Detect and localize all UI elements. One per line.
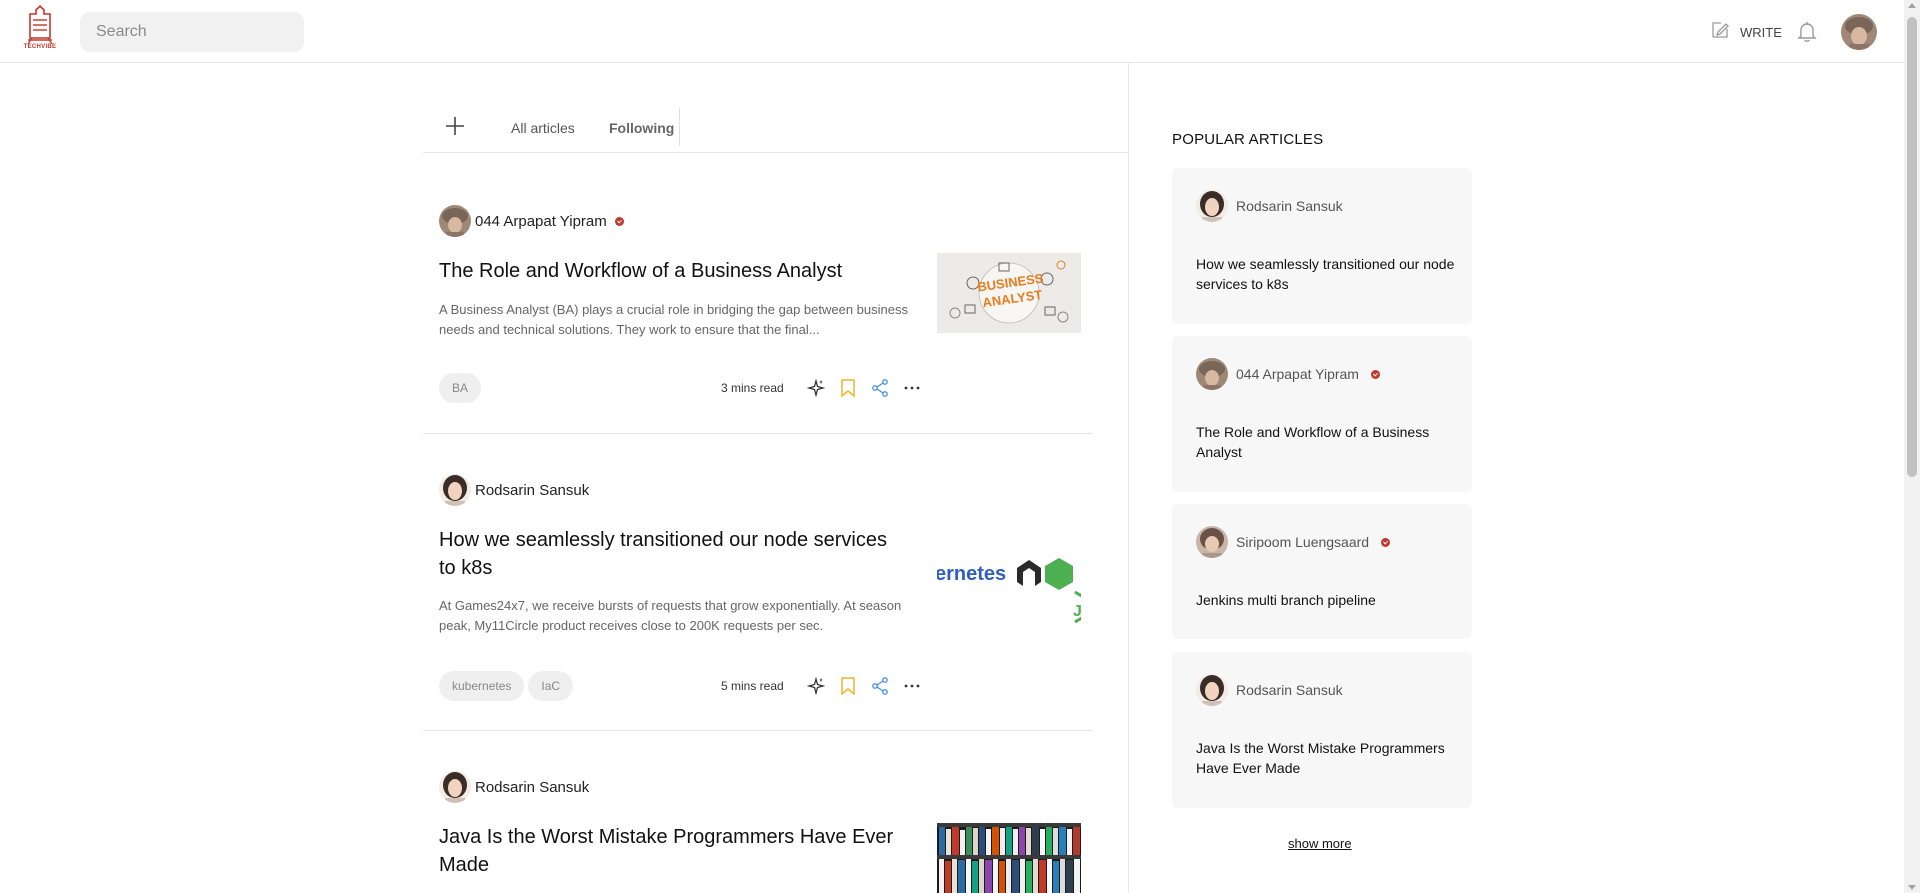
- user-avatar[interactable]: [1841, 14, 1877, 50]
- popular-author: Rodsarin Sansuk: [1196, 190, 1343, 222]
- share-icon[interactable]: [870, 676, 890, 696]
- article-thumbnail[interactable]: [937, 823, 1081, 893]
- read-time: 3 mins read: [721, 381, 784, 395]
- bell-icon[interactable]: [1795, 19, 1819, 43]
- share-icon[interactable]: [870, 378, 890, 398]
- avatar: [1196, 190, 1228, 222]
- svg-text:ernetes: ernetes: [937, 563, 1006, 585]
- article-description[interactable]: At Games24x7, we receive bursts of reque…: [439, 596, 909, 636]
- article-title[interactable]: Java Is the Worst Mistake Programmers Ha…: [439, 823, 909, 879]
- bookmark-icon[interactable]: [838, 676, 858, 696]
- write-button[interactable]: WRITE: [1710, 20, 1782, 44]
- avatar: [439, 205, 471, 237]
- show-more-link[interactable]: show more: [1288, 836, 1352, 851]
- verified-badge-icon: [614, 216, 624, 226]
- article-author[interactable]: Rodsarin Sansuk: [439, 771, 589, 803]
- article-author[interactable]: 044 Arpapat Yipram: [439, 205, 624, 237]
- feed-tabs: All articles Following: [423, 108, 1129, 153]
- popular-article-card[interactable]: Rodsarin Sansuk Java Is the Worst Mistak…: [1172, 652, 1472, 808]
- author-name: Rodsarin Sansuk: [1236, 198, 1343, 214]
- popular-article-card[interactable]: Siripoom Luengsaard Jenkins multi branch…: [1172, 504, 1472, 639]
- more-icon[interactable]: [902, 676, 922, 696]
- tag-chip[interactable]: IaC: [528, 671, 574, 701]
- search-input[interactable]: [80, 12, 304, 52]
- bookmark-icon[interactable]: [838, 378, 858, 398]
- column-divider: [1128, 63, 1129, 893]
- popular-articles-heading: POPULAR ARTICLES: [1172, 131, 1324, 148]
- read-time: 5 mins read: [721, 679, 784, 693]
- verified-badge-icon: [1370, 369, 1380, 379]
- article-meta: 5 mins read: [721, 676, 922, 696]
- scroll-up-arrow-icon[interactable]: [1908, 3, 1916, 8]
- popular-author: Siripoom Luengsaard: [1196, 526, 1391, 558]
- tag-chip[interactable]: BA: [439, 373, 482, 403]
- tab-following[interactable]: Following: [609, 120, 674, 136]
- popular-author: 044 Arpapat Yipram: [1196, 358, 1380, 390]
- logo-text: TECHVIBE: [23, 44, 57, 50]
- page-scrollbar[interactable]: [1904, 0, 1920, 893]
- tab-separator: [679, 108, 680, 146]
- article-tags: BA: [439, 373, 482, 403]
- avatar: [439, 771, 471, 803]
- popular-article-title: The Role and Workflow of a Business Anal…: [1196, 424, 1430, 460]
- popular-article-card[interactable]: 044 Arpapat Yipram The Role and Workflow…: [1172, 336, 1472, 492]
- avatar: [1196, 526, 1228, 558]
- author-name: Rodsarin Sansuk: [1236, 682, 1343, 698]
- popular-author: Rodsarin Sansuk: [1196, 674, 1343, 706]
- scroll-thumb[interactable]: [1907, 17, 1917, 477]
- avatar: [1196, 358, 1228, 390]
- article-card: Rodsarin Sansuk How we seamlessly transi…: [423, 434, 1093, 731]
- author-name: Rodsarin Sansuk: [475, 481, 590, 499]
- article-author[interactable]: Rodsarin Sansuk: [439, 474, 589, 506]
- popular-article-card[interactable]: Rodsarin Sansuk How we seamlessly transi…: [1172, 168, 1472, 324]
- popular-article-title: Jenkins multi branch pipeline: [1196, 592, 1376, 608]
- tab-all-articles[interactable]: All articles: [511, 120, 575, 136]
- avatar: [439, 474, 471, 506]
- tag-chip[interactable]: kubernetes: [439, 671, 525, 701]
- article-title[interactable]: How we seamlessly transitioned our node …: [439, 526, 909, 582]
- write-label: WRITE: [1740, 24, 1782, 40]
- article-card: 044 Arpapat Yipram The Role and Workflow…: [423, 153, 1093, 434]
- article-card: Rodsarin Sansuk Java Is the Worst Mistak…: [423, 731, 1093, 893]
- pen-icon: [1710, 20, 1730, 45]
- sparkle-icon[interactable]: [806, 676, 826, 696]
- sparkle-icon[interactable]: [806, 378, 826, 398]
- top-header: TECHVIBE WRITE: [0, 0, 1904, 63]
- article-thumbnail[interactable]: BUSINESS ANALYST: [937, 253, 1081, 333]
- article-tags: kubernetes IaC: [439, 671, 574, 701]
- article-title[interactable]: The Role and Workflow of a Business Anal…: [439, 257, 909, 285]
- author-name: 044 Arpapat Yipram: [1236, 366, 1359, 382]
- article-meta: 3 mins read: [721, 378, 922, 398]
- verified-badge-icon: [1381, 537, 1391, 547]
- svg-text:JS: JS: [1073, 603, 1081, 620]
- popular-article-title: How we seamlessly transitioned our node …: [1196, 256, 1455, 292]
- author-name: Rodsarin Sansuk: [475, 778, 590, 796]
- article-thumbnail[interactable]: ernetes JS: [937, 546, 1081, 626]
- author-name: Siripoom Luengsaard: [1236, 534, 1370, 550]
- scroll-down-arrow-icon[interactable]: [1908, 885, 1916, 890]
- more-icon[interactable]: [902, 378, 922, 398]
- plus-icon[interactable]: [443, 114, 467, 138]
- popular-article-title: Java Is the Worst Mistake Programmers Ha…: [1196, 740, 1445, 776]
- article-description[interactable]: A Business Analyst (BA) plays a crucial …: [439, 300, 909, 340]
- avatar: [1196, 674, 1228, 706]
- author-name: 044 Arpapat Yipram: [475, 212, 607, 230]
